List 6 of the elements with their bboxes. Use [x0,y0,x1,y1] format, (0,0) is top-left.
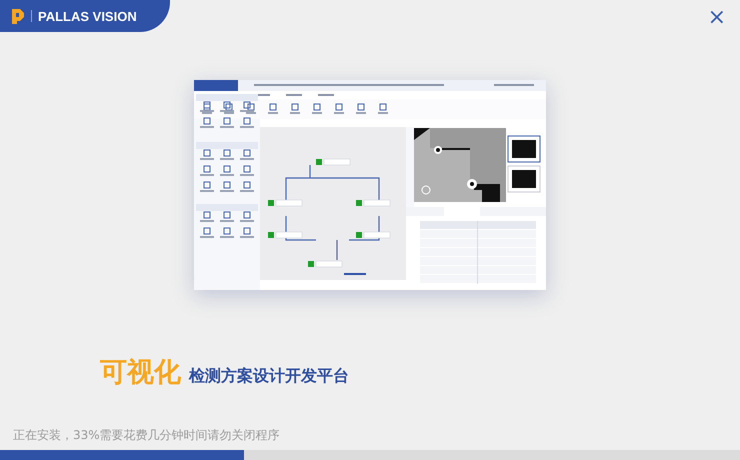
install-status: 正在安装，33%需要花费几分钟时间请勿关闭程序 [13,427,281,444]
logo-icon [11,8,25,24]
headline-highlight: 可视化 [100,356,181,390]
close-button[interactable]: × [704,6,730,30]
brand-name: PALLAS VISION [38,8,137,24]
headline-subtitle: 检测方案设计开发平台 [189,366,349,387]
